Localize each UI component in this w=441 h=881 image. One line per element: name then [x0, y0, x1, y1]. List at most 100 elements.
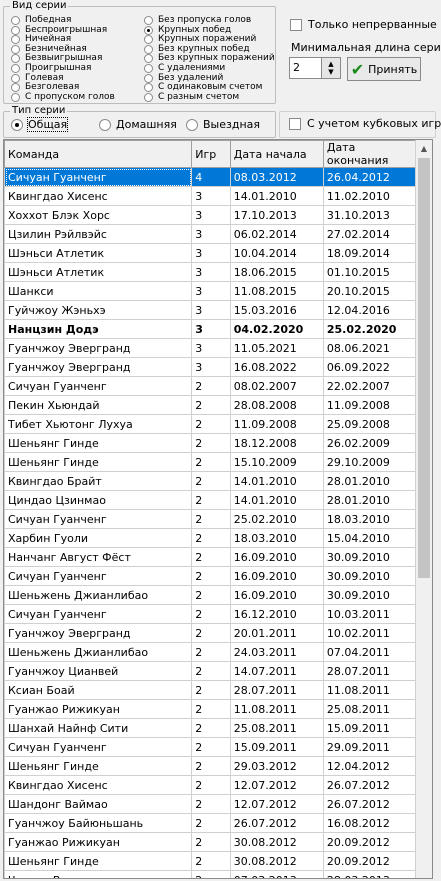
cell-end-date[interactable]: 25.08.2011	[322, 699, 418, 719]
cell-team[interactable]: Гуанчжоу Эвергранд	[4, 357, 193, 377]
cell-end-date[interactable]: 15.09.2011	[322, 718, 418, 738]
table-row[interactable]: Сичуан Гуанченг 2 16.09.2010 30.09.2010	[4, 566, 418, 586]
cell-team[interactable]: Сичуан Гуанченг	[4, 167, 193, 187]
cell-games[interactable]: 3	[191, 300, 231, 320]
cell-games[interactable]: 2	[191, 699, 231, 719]
cell-team[interactable]: Сичуан Гуанченг	[4, 376, 193, 396]
table-row[interactable]: Квингдао Хисенс 3 14.01.2010 11.02.2010	[4, 186, 418, 206]
cell-games[interactable]: 2	[191, 775, 231, 795]
cell-end-date[interactable]: 07.04.2011	[322, 642, 418, 662]
radio-icon[interactable]	[144, 16, 153, 25]
table-row[interactable]: Гуанчжоу Цианвей 2 14.07.2011 28.07.2011	[4, 661, 418, 681]
header-end-date[interactable]: Дата окончания	[322, 140, 418, 168]
cell-games[interactable]: 3	[191, 186, 231, 206]
radio-icon[interactable]	[11, 64, 20, 73]
cell-games[interactable]: 3	[191, 281, 231, 301]
header-team[interactable]: Команда	[4, 140, 193, 168]
cup-games-checkbox[interactable]: С учетом кубковых игр	[289, 117, 441, 130]
table-row[interactable]: Хоххот Блэк Хорс 3 17.10.2013 31.10.2013	[4, 205, 418, 225]
cell-games[interactable]: 2	[191, 718, 231, 738]
radio-icon[interactable]	[11, 73, 20, 83]
cell-team[interactable]: Сичуан Гуанченг	[4, 737, 193, 757]
series-kind-option[interactable]: С пропуском голов	[11, 92, 115, 102]
cell-games[interactable]: 2	[191, 490, 231, 510]
table-row[interactable]: Сичуан Гуанченг 2 25.02.2010 18.03.2010	[4, 509, 418, 529]
cell-games[interactable]: 2	[191, 737, 231, 757]
cell-end-date[interactable]: 06.09.2022	[322, 357, 418, 377]
table-row[interactable]: Гуанчжоу Байюньшань 2 26.07.2012 16.08.2012	[4, 813, 418, 833]
cell-team[interactable]: Сичуан Гуанченг	[4, 604, 193, 624]
cell-end-date[interactable]: 26.07.2012	[322, 794, 418, 814]
cell-start-date[interactable]: 16.08.2022	[229, 357, 324, 377]
series-table[interactable]: Команда Игр Дата начала Дата окончания С…	[3, 139, 433, 879]
cell-start-date[interactable]: 18.03.2010	[229, 528, 324, 548]
table-row[interactable]: Квингдао Хисенс 2 12.07.2012 26.07.2012	[4, 775, 418, 795]
cell-team[interactable]: Харбин Гуоли	[4, 528, 193, 548]
vertical-scrollbar[interactable]: ▲	[415, 140, 432, 878]
cell-end-date[interactable]: 08.06.2021	[322, 338, 418, 358]
cell-team[interactable]: Шеньянг Гинде	[4, 756, 193, 776]
cell-games[interactable]: 2	[191, 604, 231, 624]
cell-start-date[interactable]: 06.02.2014	[229, 224, 324, 244]
cell-end-date[interactable]: 28.07.2011	[322, 661, 418, 681]
cell-start-date[interactable]: 15.09.2011	[229, 737, 324, 757]
cell-games[interactable]: 2	[191, 566, 231, 586]
cell-games[interactable]: 3	[191, 224, 231, 244]
cell-games[interactable]: 3	[191, 262, 231, 282]
cell-end-date[interactable]: 26.04.2012	[322, 167, 418, 187]
cell-team[interactable]: Ксиан Боай	[4, 680, 193, 700]
table-row[interactable]: Шандонг Ваймао 2 12.07.2012 26.07.2012	[4, 794, 418, 814]
cell-games[interactable]: 3	[191, 319, 231, 339]
table-row[interactable]: Сичуан Гуанченг 2 16.12.2010 10.03.2011	[4, 604, 418, 624]
cell-team[interactable]: Шанкси	[4, 281, 193, 301]
cell-games[interactable]: 3	[191, 205, 231, 225]
cell-end-date[interactable]: 11.02.2010	[322, 186, 418, 206]
cell-games[interactable]: 2	[191, 433, 231, 453]
cell-games[interactable]: 2	[191, 851, 231, 871]
table-row[interactable]: Шэньси Атлетик 3 18.06.2015 01.10.2015	[4, 262, 418, 282]
cell-team[interactable]: Сичуан Гуанченг	[4, 566, 193, 586]
table-row[interactable]: Шеньянг Гинде 2 18.12.2008 26.02.2009	[4, 433, 418, 453]
header-games[interactable]: Игр	[191, 140, 231, 168]
table-row[interactable]: Пекин Хьюндай 2 28.08.2008 11.09.2008	[4, 395, 418, 415]
cell-start-date[interactable]: 14.01.2010	[229, 186, 324, 206]
radio-icon[interactable]	[186, 118, 198, 131]
cell-start-date[interactable]: 07.03.2013	[229, 870, 324, 878]
cell-games[interactable]: 3	[191, 338, 231, 358]
cell-end-date[interactable]: 10.02.2011	[322, 623, 418, 643]
cell-start-date[interactable]: 15.03.2016	[229, 300, 324, 320]
series-type-option[interactable]: Общая	[11, 117, 69, 132]
cell-start-date[interactable]: 28.07.2011	[229, 680, 324, 700]
cell-team[interactable]: Шэньси Атлетик	[4, 243, 193, 263]
cell-start-date[interactable]: 14.01.2010	[229, 471, 324, 491]
cell-start-date[interactable]: 25.08.2011	[229, 718, 324, 738]
accept-button[interactable]: ✔ Принять	[347, 57, 421, 81]
cell-games[interactable]: 2	[191, 414, 231, 434]
cell-team[interactable]: Гуанжао Рижикуан	[4, 699, 193, 719]
cell-team[interactable]: Шандонг Ваймао	[4, 794, 193, 814]
cell-end-date[interactable]: 30.09.2010	[322, 547, 418, 567]
cell-games[interactable]: 4	[191, 167, 231, 187]
cell-team[interactable]: Гуанчжоу Цианвей	[4, 661, 193, 681]
cell-start-date[interactable]: 16.09.2010	[229, 585, 324, 605]
table-row[interactable]: Нанцзин Додэ 3 04.02.2020 25.02.2020	[4, 319, 418, 339]
cell-start-date[interactable]: 10.04.2014	[229, 243, 324, 263]
cell-team[interactable]: Нанчанг Август Фёст	[4, 547, 193, 567]
cell-team[interactable]: Нанцзин Додэ	[4, 319, 193, 339]
cell-games[interactable]: 2	[191, 642, 231, 662]
cell-team[interactable]: Шеньянг Гинде	[4, 851, 193, 871]
cell-end-date[interactable]: 12.04.2016	[322, 300, 418, 320]
cell-team[interactable]: Шэньси Атлетик	[4, 262, 193, 282]
table-row[interactable]: Гуанчжоу Эвергранд 3 11.05.2021 08.06.2021	[4, 338, 418, 358]
cell-games[interactable]: 2	[191, 832, 231, 852]
cell-start-date[interactable]: 25.02.2010	[229, 509, 324, 529]
cell-games[interactable]: 2	[191, 376, 231, 396]
series-kind-option[interactable]: С удалениями	[144, 64, 225, 73]
cell-games[interactable]: 2	[191, 395, 231, 415]
table-row[interactable]: Шанкси 3 11.08.2015 20.10.2015	[4, 281, 418, 301]
cell-games[interactable]: 2	[191, 680, 231, 700]
radio-icon[interactable]	[11, 118, 23, 131]
cell-team[interactable]: Шанхай Найнф Сити	[4, 718, 193, 738]
cell-team[interactable]: Ченгду Вуни	[4, 870, 193, 878]
cell-start-date[interactable]: 11.09.2008	[229, 414, 324, 434]
